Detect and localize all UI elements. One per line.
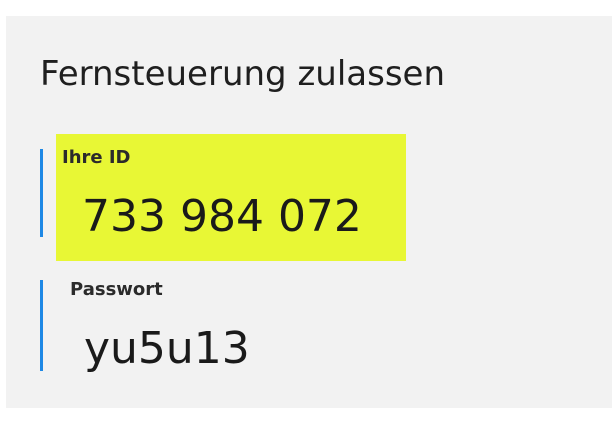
id-label: Ihre ID: [62, 147, 131, 168]
password-accent-bar: [40, 280, 43, 371]
password-field: Passwort yu5u13: [40, 278, 420, 408]
id-value[interactable]: 733 984 072: [82, 190, 362, 244]
password-value[interactable]: yu5u13: [84, 322, 250, 376]
your-id-field: Ihre ID 733 984 072: [40, 134, 420, 274]
panel-title: Fernsteuerung zulassen: [40, 54, 446, 94]
id-accent-bar: [40, 149, 43, 237]
remote-control-panel: Fernsteuerung zulassen Ihre ID 733 984 0…: [6, 16, 612, 408]
password-label: Passwort: [70, 279, 163, 300]
